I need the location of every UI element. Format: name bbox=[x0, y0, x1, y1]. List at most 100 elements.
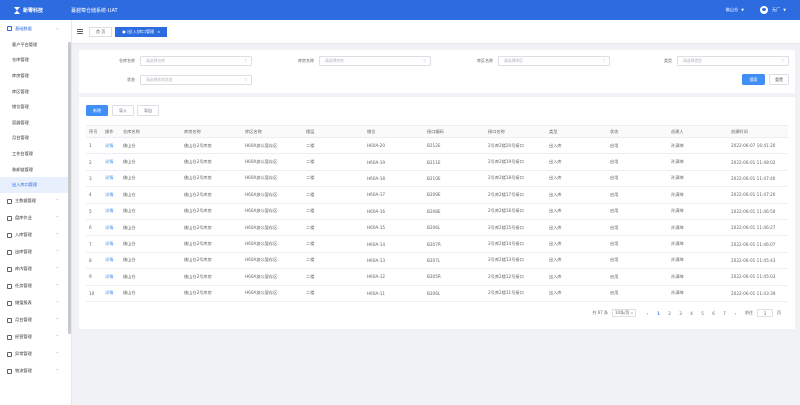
warehouse-switcher[interactable]: 佛山仓 ▼ bbox=[726, 7, 744, 13]
chevron-down-icon: ▽ bbox=[244, 78, 247, 82]
detail-link[interactable]: 详情 bbox=[102, 235, 120, 253]
next-page-button[interactable]: › bbox=[730, 311, 741, 316]
status-select[interactable]: 请选择库房状态 ▽ bbox=[140, 75, 252, 85]
sidebar-group-basic-data[interactable]: 基础数据 ︿ bbox=[0, 20, 71, 37]
page-number[interactable]: 1 bbox=[653, 311, 664, 316]
close-icon[interactable]: × bbox=[157, 30, 160, 34]
export-button[interactable]: 导出 bbox=[137, 105, 159, 116]
sidebar-scrollbar[interactable] bbox=[68, 42, 71, 334]
detail-link[interactable]: 详情 bbox=[102, 252, 120, 270]
detail-link[interactable]: 详情 bbox=[102, 137, 120, 155]
sidebar-group-exception[interactable]: 异常管理 ﹀ bbox=[0, 346, 71, 363]
sidebar-group-in-warehouse[interactable]: 库内管理 ﹀ bbox=[0, 261, 71, 278]
table-cell: H60A放公暂存区 bbox=[242, 137, 303, 155]
detail-link[interactable]: 详情 bbox=[102, 268, 120, 286]
detail-link[interactable]: 详情 bbox=[102, 170, 120, 188]
table-row: 8 详情 佛山仓 佛山仓2号库房 H60A放公暂存区 二楼 H60A-13 B207L 2号库2… bbox=[86, 252, 788, 270]
table-cell: 2022-06-01 11:46:50 bbox=[728, 203, 788, 220]
table-cell: H60A-17 bbox=[364, 186, 424, 204]
table-cell: 佛山仓 bbox=[120, 268, 181, 286]
table-cell: 启用 bbox=[607, 252, 668, 270]
page-number[interactable]: 6 bbox=[708, 311, 719, 316]
area-filter: 库区名称 请选择库区 ▽ bbox=[457, 56, 610, 66]
user-menu[interactable]: 无厂 ▼ bbox=[759, 6, 786, 14]
table-cell: 佛山仓 bbox=[120, 137, 181, 155]
table-cell: 出入库 bbox=[546, 235, 607, 253]
table-cell: 3 bbox=[86, 170, 102, 188]
sidebar-item-container[interactable]: 容器管理 bbox=[0, 115, 71, 131]
sidebar-item-customer-platform[interactable]: 客户平台管理 bbox=[0, 37, 71, 53]
table-cell: 二楼 bbox=[303, 170, 364, 188]
sidebar-group-master-data[interactable]: 主数据管理 ﹀ bbox=[0, 193, 71, 210]
table-row: 2 详情 佛山仓 佛山仓2号库房 H60A放公暂存区 二楼 H60A-19 B211E 2号库2… bbox=[86, 153, 788, 171]
tab-home[interactable]: 首 页 bbox=[89, 26, 113, 37]
sidebar-item-loading-chain[interactable]: 装卸链管理 bbox=[0, 162, 71, 178]
table-cell: 2号库2楼13号接口 bbox=[485, 252, 546, 270]
page-number[interactable]: 2 bbox=[664, 311, 675, 316]
sidebar-group-label: 入库管理 bbox=[15, 232, 32, 238]
sidebar-item-workstation[interactable]: 工作台管理 bbox=[0, 146, 71, 162]
sidebar-group-label: 物流管理 bbox=[15, 368, 32, 374]
table-cell: 孙满坤 bbox=[668, 219, 728, 237]
sidebar-group-stocktake[interactable]: 盘库作业 ﹀ bbox=[0, 210, 71, 227]
detail-link[interactable]: 详情 bbox=[102, 285, 120, 302]
table-cell: 2号库2楼20号接口 bbox=[485, 137, 546, 155]
page-number[interactable]: 4 bbox=[686, 311, 697, 316]
detail-link[interactable]: 详情 bbox=[102, 219, 120, 237]
table-cell: 2号库2楼14号接口 bbox=[485, 235, 546, 253]
goto-suffix: 页 bbox=[777, 310, 781, 315]
sidebar-item-storehouse[interactable]: 库房管理 bbox=[0, 68, 71, 84]
reset-button[interactable]: 重置 bbox=[769, 74, 789, 85]
table-cell: 启用 bbox=[607, 170, 668, 188]
detail-link[interactable]: 详情 bbox=[102, 153, 120, 171]
storehouse-select[interactable]: 请选择库房 ▽ bbox=[319, 56, 431, 66]
table-cell: H60A-16 bbox=[364, 203, 424, 220]
table-cell: 孙满坤 bbox=[668, 285, 728, 302]
sidebar-group-dock[interactable]: 月台管理 ﹀ bbox=[0, 312, 71, 329]
detail-link[interactable]: 详情 bbox=[102, 203, 120, 220]
page-number[interactable]: 7 bbox=[719, 311, 730, 316]
sidebar-group-outbound[interactable]: 出库管理 ﹀ bbox=[0, 244, 71, 261]
sidebar-group-logistics[interactable]: 物流管理 ﹀ bbox=[0, 363, 71, 380]
sidebar-item-warehouse[interactable]: 仓库管理 bbox=[0, 53, 71, 69]
table-row: 5 详情 佛山仓 佛山仓2号库房 H60A放公暂存区 二楼 H60A-16 B208E 2号库2… bbox=[86, 203, 788, 220]
sidebar-group-inbound[interactable]: 入库管理 ﹀ bbox=[0, 227, 71, 244]
sidebar-item-location[interactable]: 储位管理 bbox=[0, 99, 71, 115]
table-cell: 佛山仓2号库房 bbox=[181, 252, 242, 270]
table-cell: 2022-06-01 11:45:43 bbox=[728, 252, 788, 270]
import-button[interactable]: 导入 bbox=[112, 105, 134, 116]
table-cell: 孙满坤 bbox=[668, 268, 728, 286]
table-cell: B209E bbox=[424, 186, 485, 204]
menu-toggle-icon[interactable] bbox=[77, 29, 83, 34]
page-size-select[interactable]: 10条/页 ▽ bbox=[612, 309, 636, 317]
storehouse-filter: 库房名称 请选择库房 ▽ bbox=[278, 56, 431, 66]
sidebar-group-report[interactable]: 储值报表 ﹀ bbox=[0, 295, 71, 312]
table-cell: 孙满坤 bbox=[668, 137, 728, 155]
area-select[interactable]: 请选择库区 ▽ bbox=[498, 56, 610, 66]
chevron-down-icon: ▽ bbox=[244, 59, 247, 63]
table-cell: 佛山仓2号库房 bbox=[181, 153, 242, 171]
sidebar-group-task[interactable]: 任务管理 ﹀ bbox=[0, 278, 71, 295]
goto-page-input[interactable]: 1 bbox=[757, 309, 773, 317]
warehouse-select[interactable]: 请选择仓库 ▽ bbox=[140, 56, 252, 66]
table-cell: 二楼 bbox=[303, 268, 364, 286]
page-number[interactable]: 3 bbox=[675, 311, 686, 316]
sidebar-item-io-port[interactable]: 出入库口管理 bbox=[0, 177, 71, 193]
sidebar-item-area[interactable]: 库区管理 bbox=[0, 84, 71, 100]
page-number[interactable]: 5 bbox=[697, 311, 708, 316]
storehouse-select-placeholder: 请选择库房 bbox=[325, 58, 344, 63]
table-cell: 二楼 bbox=[303, 137, 364, 155]
column-header: 类型 bbox=[546, 125, 607, 138]
tab-io-port[interactable]: ● 出(入)库口管理 × bbox=[115, 26, 168, 37]
chevron-down-icon: ▽ bbox=[630, 311, 633, 315]
prev-page-button[interactable]: ‹ bbox=[642, 311, 653, 316]
sidebar-item-dock[interactable]: 月台管理 bbox=[0, 131, 71, 147]
search-button[interactable]: 搜索 bbox=[742, 74, 765, 85]
sidebar-group-operation[interactable]: 经营管理 ﹀ bbox=[0, 329, 71, 346]
add-button[interactable]: 新增 bbox=[86, 105, 108, 116]
table-cell: H60A放公暂存区 bbox=[242, 252, 303, 270]
tab-label: 出(入)库口管理 bbox=[127, 28, 155, 34]
chevron-down-icon: ﹀ bbox=[55, 334, 60, 339]
type-select[interactable]: 请选择类型 ▽ bbox=[677, 56, 789, 66]
detail-link[interactable]: 详情 bbox=[102, 186, 120, 204]
